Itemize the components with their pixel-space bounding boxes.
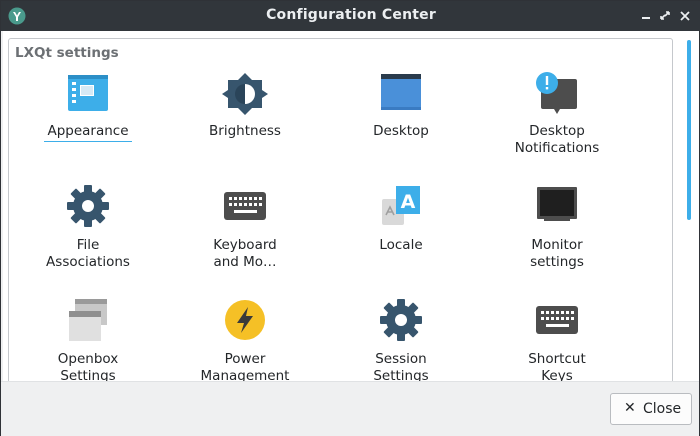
title-bar[interactable]: Configuration Center <box>1 1 700 31</box>
settings-item-file-associations[interactable]: File Associations <box>13 185 163 270</box>
window-title: Configuration Center <box>266 7 436 23</box>
item-label: File Associations <box>46 237 130 270</box>
settings-item-brightness[interactable]: Brightness <box>170 71 320 156</box>
button-bar: ✕ Close <box>1 381 699 436</box>
settings-item-openbox-settings[interactable]: Openbox Settings <box>13 299 163 381</box>
close-window-button[interactable] <box>678 8 692 24</box>
close-button-label: Close <box>643 401 682 417</box>
minimize-button[interactable] <box>639 8 653 24</box>
item-label: Brightness <box>209 123 281 139</box>
locale-icon: A <box>382 186 420 225</box>
gear-icon <box>67 185 109 227</box>
power-bolt-icon <box>225 300 265 340</box>
openbox-windows-icon <box>69 299 107 341</box>
appearance-icon <box>68 75 108 111</box>
item-label: Keyboard and Mo… <box>213 237 277 270</box>
desktop-icon <box>381 74 421 110</box>
close-icon: ✕ <box>624 400 636 416</box>
item-label: Power Management <box>200 351 290 381</box>
keyboard-icon <box>224 192 266 220</box>
settings-item-monitor-settings[interactable]: Monitor settings <box>482 185 632 270</box>
settings-item-desktop[interactable]: Desktop <box>326 71 476 156</box>
settings-pane: LXQt settings Appearance Brightness Desk… <box>3 31 699 381</box>
settings-item-session-settings[interactable]: Session Settings <box>326 299 476 381</box>
svg-text:A: A <box>401 191 416 213</box>
maximize-button[interactable] <box>658 8 672 24</box>
settings-item-locale[interactable]: A Locale <box>326 185 476 270</box>
item-label: Desktop Notifications <box>514 123 600 156</box>
item-label: Appearance <box>44 123 132 142</box>
vertical-scrollbar[interactable] <box>687 40 691 220</box>
item-label: Locale <box>379 237 423 253</box>
settings-item-shortcut-keys[interactable]: Shortcut Keys <box>482 299 632 381</box>
close-button[interactable]: ✕ Close <box>610 393 692 425</box>
monitor-icon <box>537 187 577 221</box>
group-title: LXQt settings <box>15 45 119 61</box>
item-label: Openbox Settings <box>57 351 119 381</box>
brightness-icon <box>222 73 268 115</box>
notification-icon <box>536 72 577 114</box>
close-icon <box>680 11 690 21</box>
settings-item-power-management[interactable]: Power Management <box>170 299 320 381</box>
settings-item-appearance[interactable]: Appearance <box>13 71 163 156</box>
item-label: Shortcut Keys <box>528 351 586 381</box>
maximize-icon <box>660 11 670 20</box>
settings-item-desktop-notifications[interactable]: Desktop Notifications <box>482 71 632 156</box>
item-label: Session Settings <box>373 351 429 381</box>
configuration-center-window: Configuration Center LXQt settings Appea… <box>0 0 700 436</box>
minimize-icon <box>642 17 650 19</box>
item-label: Monitor settings <box>530 237 584 270</box>
keyboard-icon <box>536 306 578 334</box>
item-label: Desktop <box>373 123 429 139</box>
settings-item-keyboard-and-mouse[interactable]: Keyboard and Mo… <box>170 185 320 270</box>
gear-icon <box>380 299 422 341</box>
